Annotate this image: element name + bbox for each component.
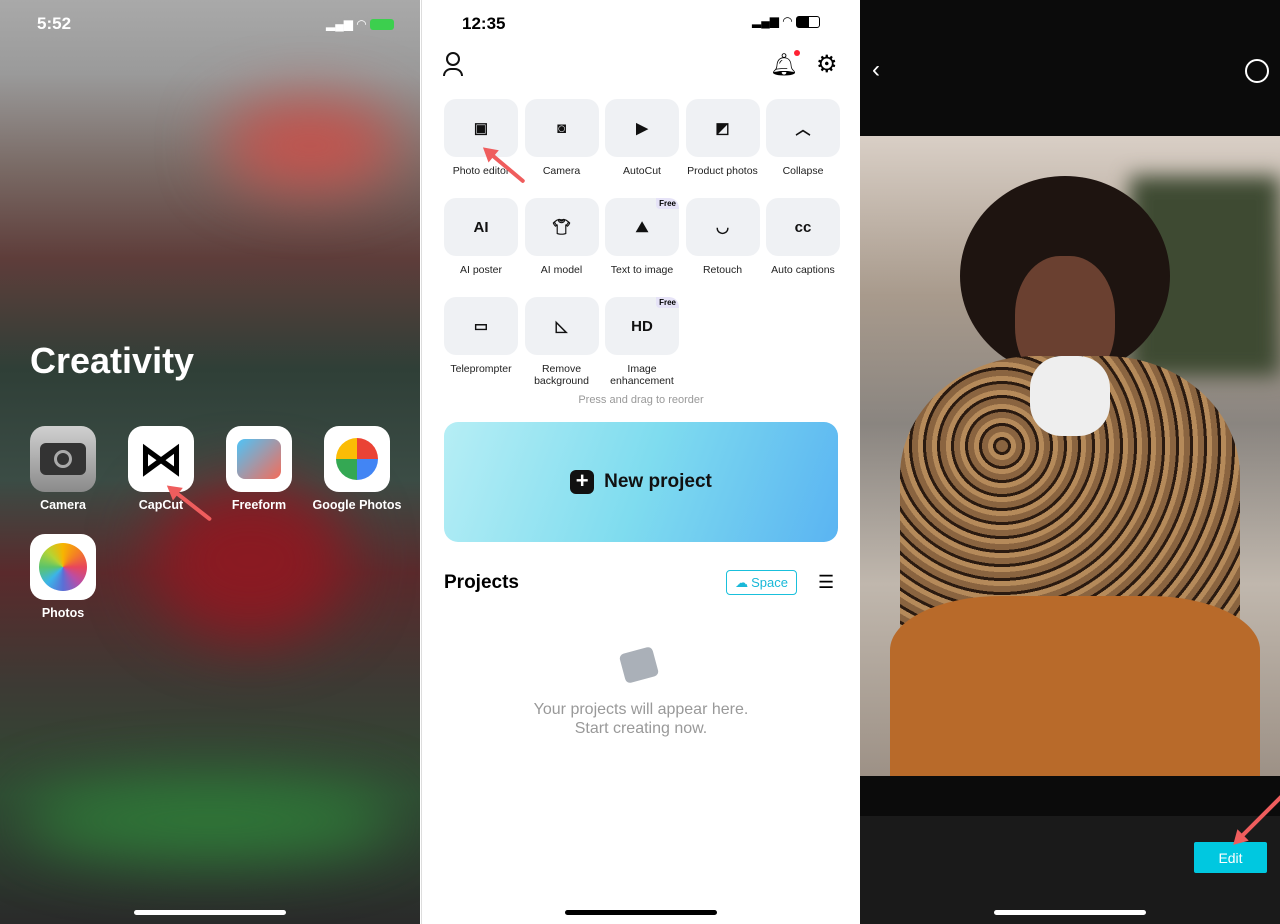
tool-camera[interactable]: ◙ Camera	[524, 99, 599, 177]
tool-tile: ︿	[766, 99, 840, 157]
tool-label: Auto captions	[771, 264, 835, 276]
ai-poster-icon: AI	[473, 218, 489, 236]
captions-icon: cc	[794, 218, 812, 236]
folder-title: Creativity	[30, 340, 195, 381]
new-project-button[interactable]: + New project	[444, 422, 838, 542]
reorder-hint: Press and drag to reorder	[578, 394, 704, 406]
remove-bg-icon: ◺	[555, 318, 568, 335]
autocut-icon: ▶	[636, 120, 648, 137]
home-indicator	[994, 910, 1146, 915]
tool-teleprompter[interactable]: ▭ Teleprompter	[444, 297, 518, 375]
tool-tile: AI	[444, 198, 518, 256]
app-photos[interactable]: Photos	[18, 534, 108, 620]
photo-editor-icon: ▣	[473, 120, 489, 137]
tool-image-enhancement[interactable]: HD Free Image enhancement	[605, 297, 679, 387]
back-chevron-icon[interactable]: ‹	[872, 56, 880, 84]
app-freeform[interactable]: Freeform	[214, 426, 304, 512]
hd-icon: HD	[631, 317, 653, 335]
edit-button[interactable]: Edit	[1194, 842, 1267, 873]
blur-bg	[20, 780, 400, 860]
free-badge: Free	[656, 198, 679, 209]
camera-icon	[30, 426, 96, 492]
home-indicator	[134, 910, 286, 915]
tool-product-photos[interactable]: ◩ Product photos	[685, 99, 760, 177]
photos-icon	[30, 534, 96, 600]
tool-label: Retouch	[702, 264, 743, 276]
home-indicator	[565, 910, 717, 915]
status-time: 5:52	[37, 14, 72, 33]
app-google-photos[interactable]: Google Photos	[312, 426, 402, 512]
tool-tile: ◡	[685, 198, 760, 256]
google-photos-icon	[324, 426, 390, 492]
tool-tile: cc	[766, 198, 840, 256]
tool-auto-captions[interactable]: cc Auto captions	[766, 198, 840, 276]
tool-label: Product photos	[687, 165, 758, 177]
photo-image	[860, 136, 1280, 776]
tool-tile: ⛰ Free	[605, 198, 679, 256]
cloud-icon: ☁	[735, 574, 749, 590]
free-badge: Free	[656, 297, 679, 308]
tool-label: AI model	[540, 264, 583, 276]
film-icon	[618, 646, 660, 684]
teleprompter-icon: ▭	[473, 318, 489, 335]
tool-tile: ◙	[524, 99, 599, 157]
tool-label: AI poster	[459, 264, 503, 276]
select-circle[interactable]	[1245, 59, 1269, 83]
tool-label: AutoCut	[623, 165, 661, 177]
chevron-up-icon: ︿	[795, 120, 811, 138]
tool-label: Teleprompter	[450, 363, 512, 375]
tool-remove-background[interactable]: ◺ Remove background	[524, 297, 599, 387]
status-time: 12:35	[462, 14, 506, 33]
tool-label: Text to image	[610, 264, 674, 276]
capcut-home: 12:35 ▂▄▆ ◠ 🔔︎ ⚙ ▣ Photo editor ◙ Camera ▶ Au…	[421, 0, 859, 924]
tool-ai-model[interactable]: 👕︎ AI model	[524, 198, 599, 276]
blur-bg	[220, 100, 400, 190]
text-to-image-icon: ⛰	[635, 218, 649, 236]
manage-list-icon[interactable]: ☰	[818, 572, 834, 593]
projects-title: Projects	[444, 572, 519, 593]
app-camera[interactable]: Camera	[18, 426, 108, 512]
tool-retouch[interactable]: ◡ Retouch	[685, 198, 760, 276]
settings-gear-icon[interactable]: ⚙	[816, 50, 838, 79]
status-icons: ▂▄▆ ◠	[326, 17, 395, 31]
tool-label: Remove background	[534, 363, 589, 387]
notification-bell-icon[interactable]: 🔔︎	[770, 50, 800, 78]
photo-preview: ‹ Edit	[860, 0, 1280, 924]
tool-text-to-image[interactable]: ⛰ Free Text to image	[605, 198, 679, 276]
product-photos-icon: ◩	[715, 120, 730, 137]
ai-model-icon: 👕︎	[551, 219, 572, 236]
capcut-logo: ⋈	[128, 426, 194, 492]
tool-tile: ◺	[524, 297, 599, 355]
tool-tile: HD Free	[605, 297, 679, 355]
tool-label: Image enhancement	[610, 363, 674, 387]
tool-collapse[interactable]: ︿ Collapse	[766, 99, 840, 177]
retouch-icon: ◡	[715, 219, 730, 236]
tool-tile: 👕︎	[524, 198, 599, 256]
tool-tile: ◩	[685, 99, 760, 157]
status-icons: ▂▄▆ ◠	[752, 14, 821, 28]
tool-label: Camera	[542, 165, 581, 177]
tool-ai-poster[interactable]: AI AI poster	[444, 198, 518, 276]
empty-state: Your projects will appear here. Start cr…	[533, 701, 749, 737]
camera-icon: ◙	[556, 119, 567, 137]
tool-tile: ▶	[605, 99, 679, 157]
tool-tile: ▭	[444, 297, 518, 355]
tool-autocut[interactable]: ▶ AutoCut	[605, 99, 679, 177]
ios-home-screen: 5:52 ▂▄▆ ◠ Creativity Camera ⋈ CapCut Fr…	[0, 0, 420, 924]
plus-icon: +	[570, 470, 595, 494]
freeform-icon	[226, 426, 292, 492]
tool-label: Collapse	[782, 165, 824, 177]
app-capcut[interactable]: ⋈ CapCut	[116, 426, 206, 512]
profile-icon[interactable]	[442, 52, 464, 78]
space-button[interactable]: ☁ Space	[726, 570, 797, 595]
